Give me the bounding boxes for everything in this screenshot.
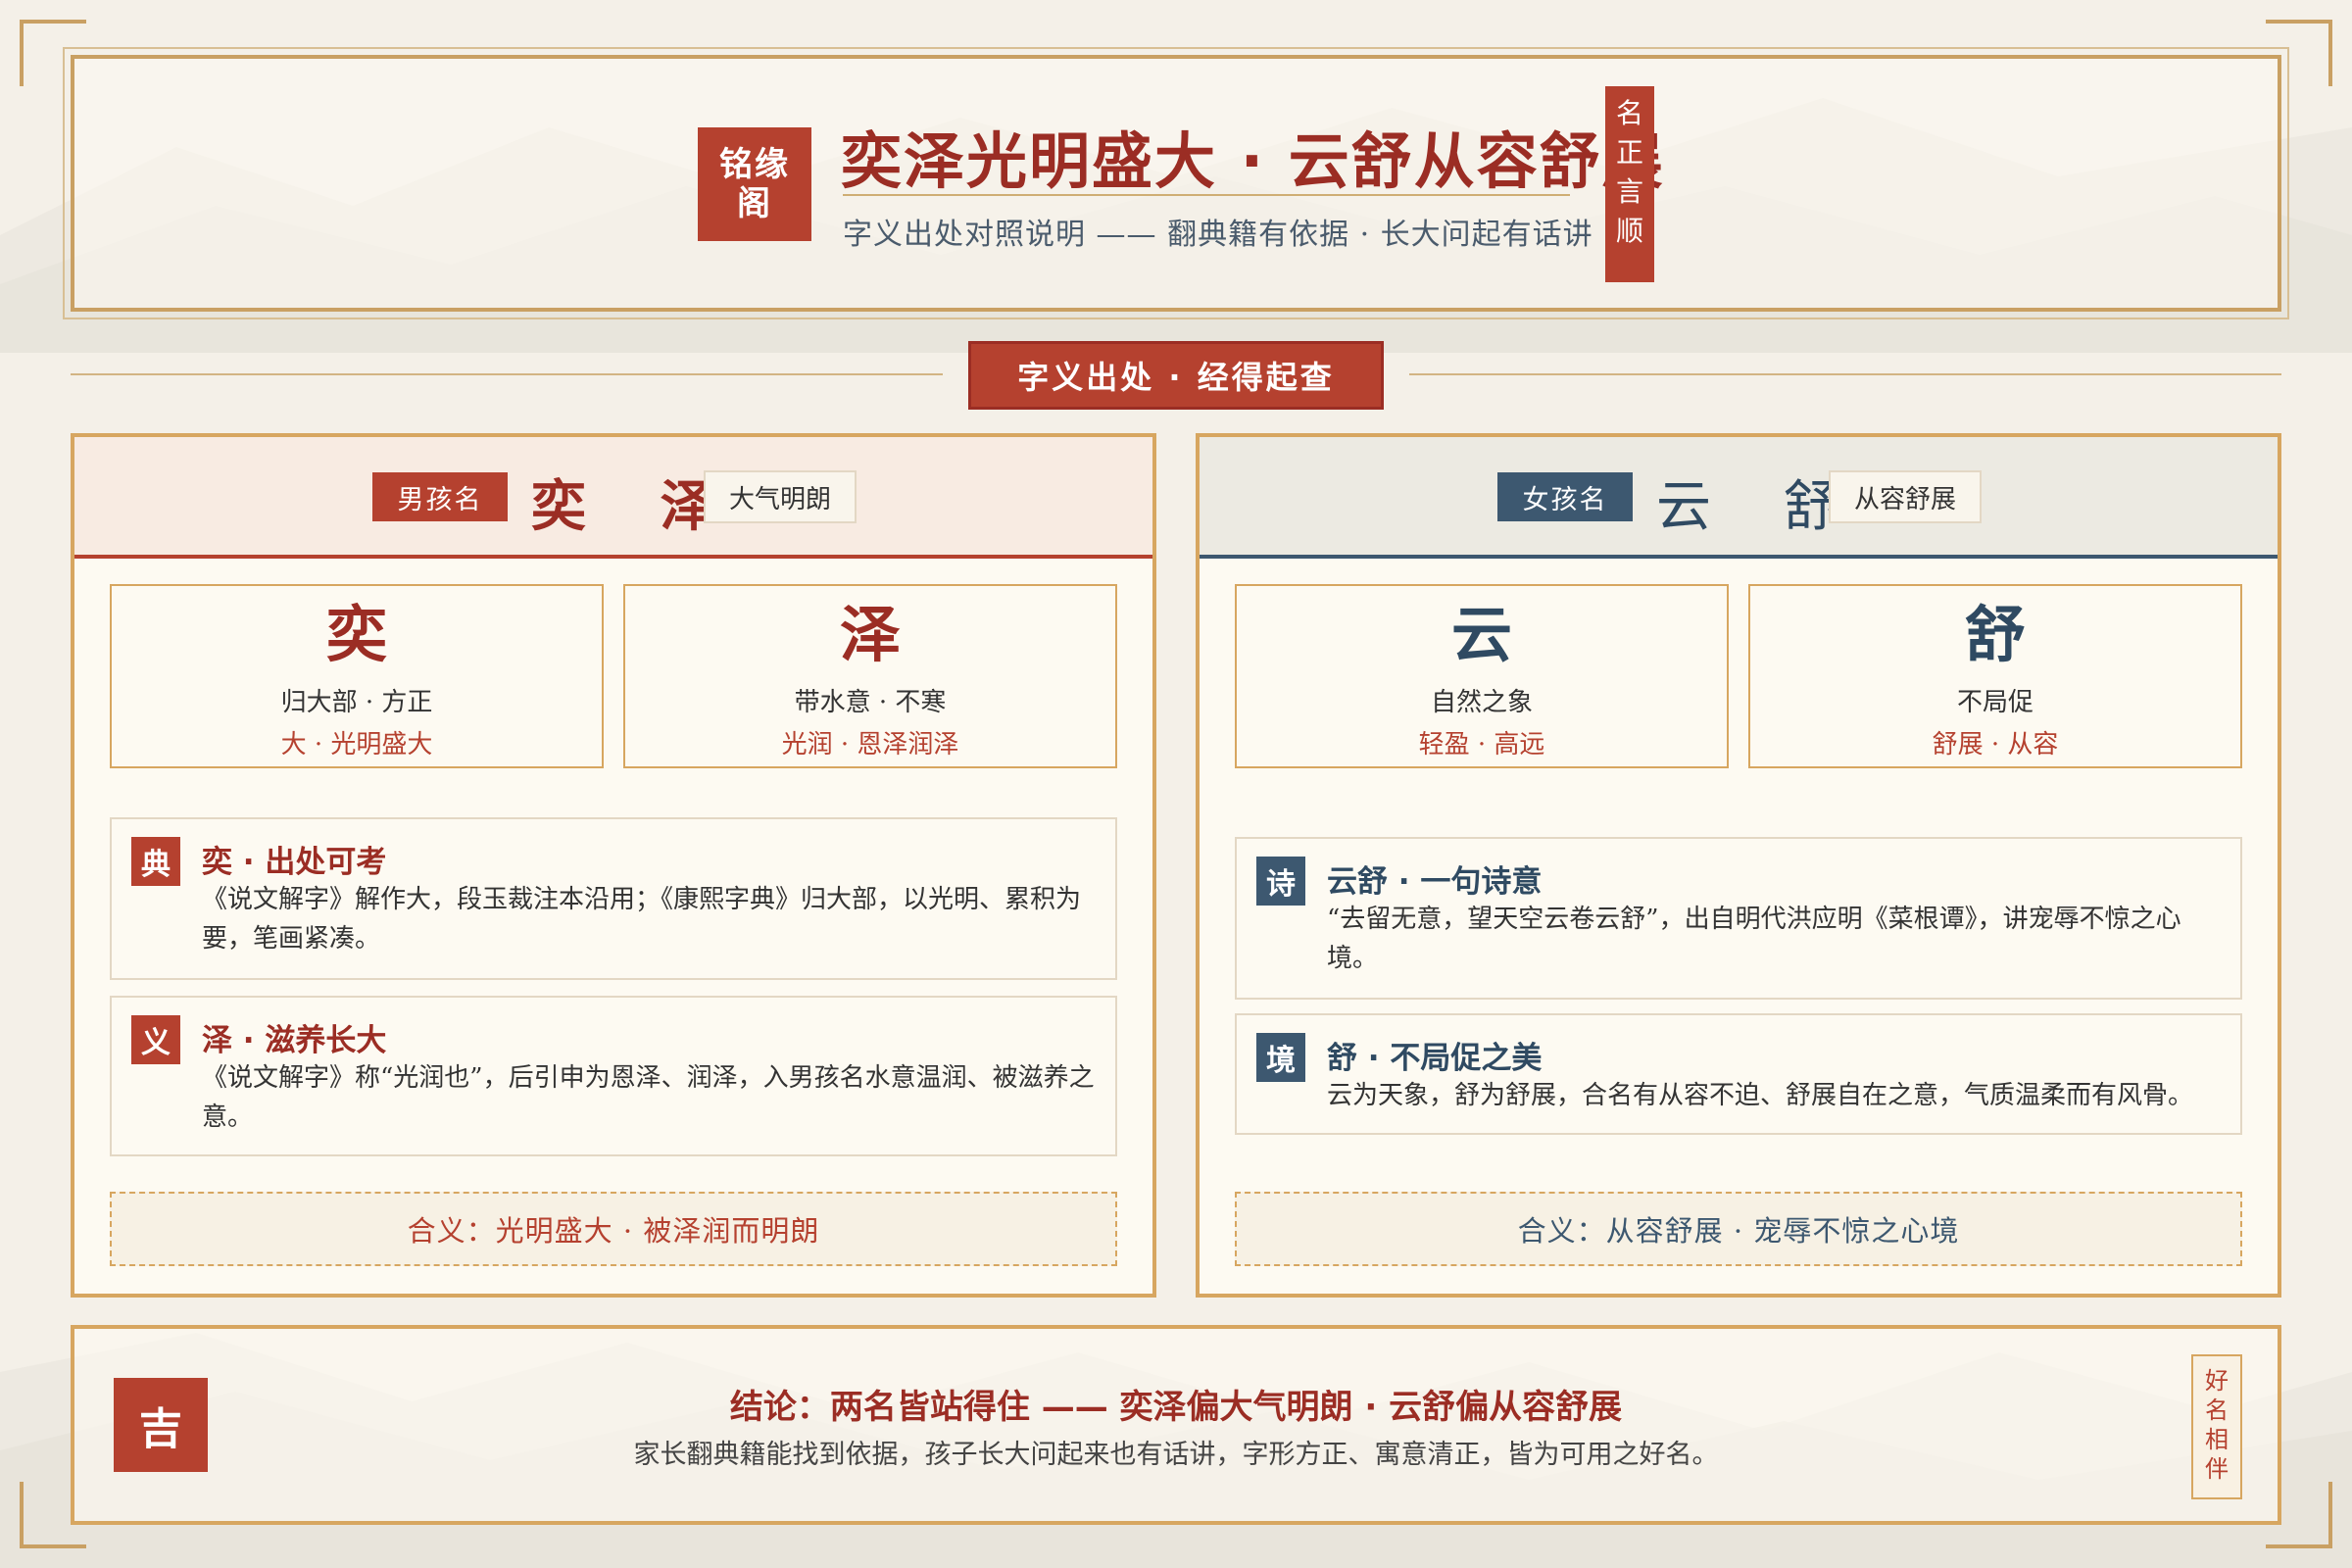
char-card-ze: 泽 带水意 · 不寒 光润 · 恩泽润泽 bbox=[623, 584, 1117, 768]
char-meaning: 光润 · 恩泽润泽 bbox=[781, 730, 959, 760]
note-badge: 典 bbox=[131, 837, 180, 886]
char-card-yi: 奕 归大部 · 方正 大 · 光明盛大 bbox=[110, 584, 604, 768]
note-badge: 境 bbox=[1256, 1033, 1305, 1082]
boy-desc-tag: 大气明朗 bbox=[704, 470, 857, 523]
note-body: 云为天象，舒为舒展，合名有从容不迫、舒展自在之意，气质温柔而有风骨。 bbox=[1327, 1081, 2194, 1110]
girl-name-panel: 女孩名 云 舒 从容舒展 云 自然之象 轻盈 · 高远 舒 不局促 舒展 · 从… bbox=[1196, 433, 2281, 1298]
banner-line-left bbox=[71, 373, 943, 375]
note-card-yi: 义 泽 · 滋养长大 《说文解字》称“光润也”，后引申为恩泽、润泽，入男孩名水意… bbox=[110, 996, 1117, 1156]
note-card-dian: 典 奕 · 出处可考 《说文解字》解作大，段玉裁注本沿用；《康熙字典》归大部，以… bbox=[110, 817, 1117, 980]
char-meaning: 大 · 光明盛大 bbox=[280, 730, 433, 760]
brand-seal-text: 铭缘阁 bbox=[719, 145, 790, 223]
conclusion-text: 家长翻典籍能找到依据，孩子长大问起来也有话讲，字形方正、寓意清正，皆为可用之好名… bbox=[633, 1440, 1719, 1470]
char-info: 不局促 bbox=[1956, 688, 2034, 717]
char-info: 归大部 · 方正 bbox=[280, 688, 433, 717]
note-title: 舒 · 不局促之美 bbox=[1327, 1041, 1543, 1076]
girl-panel-header: 女孩名 云 舒 从容舒展 bbox=[1200, 437, 2278, 559]
girl-desc-tag: 从容舒展 bbox=[1829, 470, 1982, 523]
char-meaning: 舒展 · 从容 bbox=[1932, 730, 2059, 760]
note-badge: 诗 bbox=[1256, 857, 1305, 906]
char-info: 带水意 · 不寒 bbox=[794, 688, 947, 717]
note-badge: 义 bbox=[131, 1015, 180, 1064]
vertical-stamp-text: 好名相伴 bbox=[2205, 1367, 2229, 1483]
char-glyph: 泽 bbox=[839, 599, 901, 670]
note-title: 泽 · 滋养长大 bbox=[202, 1023, 387, 1058]
page-title: 奕泽光明盛大 · 云舒从容舒展 bbox=[841, 125, 1665, 197]
char-info: 自然之象 bbox=[1430, 688, 1533, 717]
note-title: 云舒 · 一句诗意 bbox=[1327, 864, 1543, 900]
note-card-shi: 诗 云舒 · 一句诗意 “去留无意，望天空云卷云舒”，出自明代洪应明《菜根谭》，… bbox=[1235, 837, 2242, 1000]
boy-tag: 男孩名 bbox=[372, 472, 508, 521]
char-card-yun: 云 自然之象 轻盈 · 高远 bbox=[1235, 584, 1729, 768]
char-glyph: 云 bbox=[1450, 599, 1512, 670]
note-title: 奕 · 出处可考 bbox=[202, 845, 387, 880]
char-meaning: 轻盈 · 高远 bbox=[1418, 730, 1545, 760]
banner-line-right bbox=[1409, 373, 2281, 375]
note-body: 《说文解字》解作大，段玉裁注本沿用；《康熙字典》归大部，以光明、累积为要，笔画紧… bbox=[202, 885, 1082, 954]
note-card-jing: 境 舒 · 不局促之美 云为天象，舒为舒展，合名有从容不迫、舒展自在之意，气质温… bbox=[1235, 1013, 2242, 1135]
conclusion-title: 结论：两名皆站得住 —— 奕泽偏大气明朗 · 云舒偏从容舒展 bbox=[729, 1388, 1623, 1427]
char-card-shu: 舒 不局促 舒展 · 从容 bbox=[1748, 584, 2242, 768]
vertical-seal-text: 名正言顺 bbox=[1615, 97, 1643, 247]
note-body: 《说文解字》称“光润也”，后引申为恩泽、润泽，入男孩名水意温润、被滋养之意。 bbox=[202, 1063, 1095, 1132]
note-body: “去留无意，望天空云卷云舒”，出自明代洪应明《菜根谭》，讲宠辱不惊之心境。 bbox=[1327, 905, 2181, 973]
boy-panel-header: 男孩名 奕 泽 大气明朗 bbox=[74, 437, 1152, 559]
girl-tag: 女孩名 bbox=[1497, 472, 1633, 521]
section-banner: 字义出处 · 经得起查 bbox=[968, 341, 1384, 410]
vertical-seal: 名正言顺 bbox=[1605, 86, 1654, 282]
girl-summary: 合义：从容舒展 · 宠辱不惊之心境 bbox=[1235, 1192, 2242, 1266]
page-subtitle: 字义出处对照说明 —— 翻典籍有依据 · 长大问起有话讲 bbox=[843, 218, 1593, 252]
brand-seal: 铭缘阁 bbox=[698, 127, 811, 241]
conclusion-footer: 吉 结论：两名皆站得住 —— 奕泽偏大气明朗 · 云舒偏从容舒展 家长翻典籍能找… bbox=[71, 1325, 2281, 1525]
boy-summary: 合义：光明盛大 · 被泽润而明朗 bbox=[110, 1192, 1117, 1266]
char-glyph: 奕 bbox=[325, 599, 387, 670]
char-glyph: 舒 bbox=[1964, 599, 2026, 670]
title-divider bbox=[843, 194, 1570, 196]
boy-name-panel: 男孩名 奕 泽 大气明朗 奕 归大部 · 方正 大 · 光明盛大 泽 带水意 ·… bbox=[71, 433, 1156, 1298]
vertical-stamp: 好名相伴 bbox=[2191, 1354, 2242, 1499]
